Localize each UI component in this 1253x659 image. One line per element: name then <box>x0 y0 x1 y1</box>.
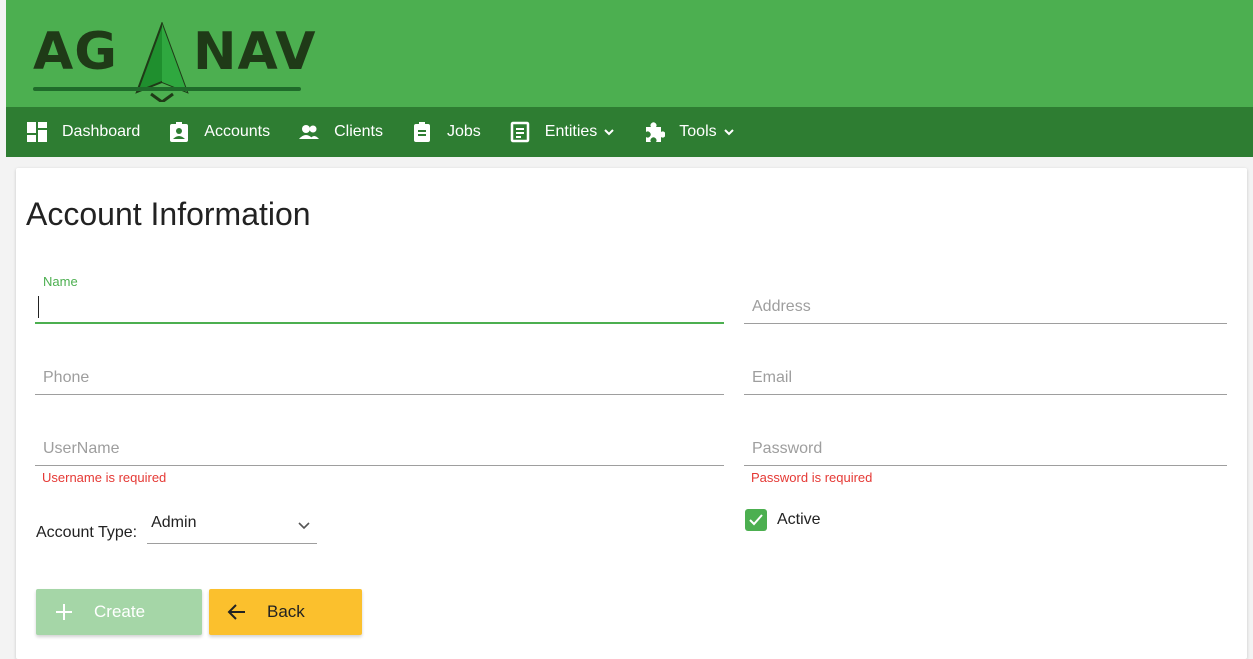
email-label: Email <box>752 369 793 386</box>
logo-underline <box>33 87 301 91</box>
address-label: Address <box>752 298 811 315</box>
account-type-value: Admin <box>151 514 197 531</box>
username-label: UserName <box>43 440 120 457</box>
address-field[interactable]: Address <box>744 274 1227 324</box>
plus-icon <box>56 604 72 620</box>
nav-item-accounts[interactable]: Accounts <box>154 107 284 157</box>
account-form-card: Account Information Name Address Phone E… <box>16 168 1247 659</box>
chevron-down-icon <box>298 522 310 530</box>
chevron-down-icon <box>723 129 734 136</box>
phone-label: Phone <box>43 369 90 386</box>
name-underline <box>35 322 724 324</box>
nav-label-entities: Entities <box>544 123 598 140</box>
nav-item-entities[interactable]: Entities <box>495 107 629 157</box>
nav-item-tools[interactable]: Tools <box>629 107 748 157</box>
back-button[interactable]: Back <box>209 589 362 635</box>
aganav-logo[interactable]: AG NAV <box>33 18 317 103</box>
password-label: Password <box>752 440 823 457</box>
main-nav: Dashboard Accounts Clients Jobs Entities… <box>6 107 1253 157</box>
address-underline <box>744 323 1227 324</box>
create-button-label: Create <box>94 602 146 621</box>
email-underline <box>744 394 1227 395</box>
people-icon <box>299 125 320 139</box>
app-root: AG NAV Dashboard Accounts Clients Jobs E… <box>6 0 1253 659</box>
page: AG NAV Dashboard Accounts Clients Jobs E… <box>0 0 1253 659</box>
nav-label-dashboard: Dashboard <box>62 123 141 140</box>
username-field[interactable]: UserName <box>35 416 724 466</box>
password-error: Password is required <box>751 470 873 485</box>
active-checkbox[interactable]: Active <box>745 509 821 531</box>
name-label: Name <box>43 274 78 289</box>
logo-text-ag: AG <box>33 22 118 82</box>
active-label: Active <box>777 511 821 528</box>
account-box-icon <box>170 122 189 142</box>
nav-item-clients[interactable]: Clients <box>284 107 397 157</box>
header: AG NAV <box>6 0 1253 107</box>
back-button-label: Back <box>267 602 305 621</box>
nav-label-jobs: Jobs <box>447 123 481 140</box>
arrow-left-icon <box>227 604 245 620</box>
phone-underline <box>35 394 724 395</box>
nav-item-jobs[interactable]: Jobs <box>397 107 495 157</box>
nav-label-tools: Tools <box>679 123 717 140</box>
chevron-down-icon <box>604 129 614 136</box>
checkbox-box[interactable] <box>745 509 767 531</box>
nav-item-dashboard[interactable]: Dashboard <box>6 107 154 157</box>
account-type-group: Account Type: Admin <box>36 510 318 544</box>
logo-text-nav: NAV <box>193 22 317 82</box>
password-field[interactable]: Password <box>744 416 1227 466</box>
email-field[interactable]: Email <box>744 345 1227 395</box>
page-title: Account Information <box>26 196 311 232</box>
password-underline <box>744 465 1227 466</box>
username-underline <box>35 465 724 466</box>
account-type-label: Account Type: <box>36 524 138 541</box>
name-field[interactable]: Name <box>35 274 724 324</box>
nav-label-accounts: Accounts <box>204 123 271 140</box>
list-icon <box>510 121 530 143</box>
text-caret <box>38 296 39 318</box>
username-error: Username is required <box>42 470 167 485</box>
dashboard-icon <box>27 122 47 142</box>
nav-label-clients: Clients <box>334 123 383 140</box>
clipboard-icon <box>414 122 430 142</box>
checkmark-icon <box>749 514 763 526</box>
puzzle-icon <box>646 122 666 142</box>
phone-field[interactable]: Phone <box>35 345 724 395</box>
create-button[interactable]: Create <box>36 589 202 635</box>
account-type-select[interactable]: Admin <box>147 510 318 544</box>
